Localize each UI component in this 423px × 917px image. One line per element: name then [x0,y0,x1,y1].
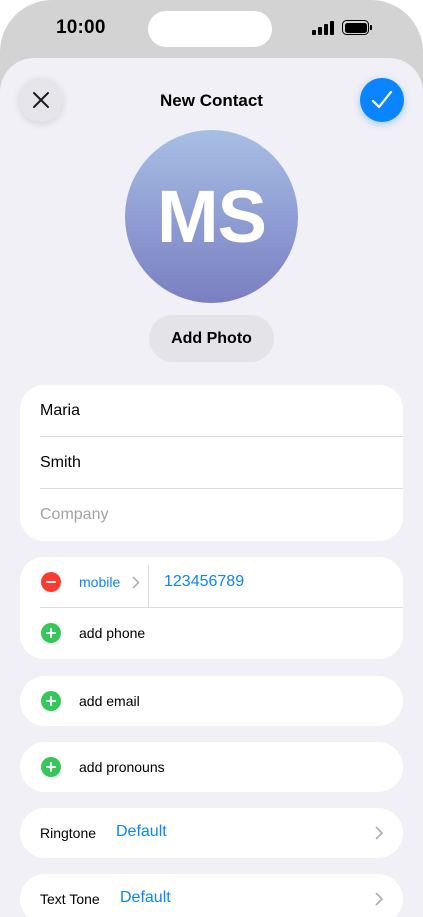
remove-phone-icon[interactable] [41,572,61,592]
text-tone-value: Default [120,889,171,906]
status-time: 10:00 [56,17,106,38]
ringtone-label: Ringtone [40,825,97,841]
add-phone-label: add phone [79,625,146,641]
text-tone-label: Text Tone [40,891,100,907]
add-icon [41,623,61,643]
ringtone-row[interactable]: Ringtone Default [20,808,403,858]
phone-label-selector[interactable]: mobile [79,574,120,590]
add-email-label: add email [79,693,140,709]
add-photo-button[interactable]: Add Photo [149,315,274,362]
phone-card: mobile 123456789 add phone [20,557,403,659]
cellular-signal-icon [312,21,336,35]
chevron-right-icon [132,576,140,589]
dynamic-island [148,11,272,47]
checkmark-icon [371,90,393,109]
chevron-right-icon [375,826,383,840]
add-pronouns-label: add pronouns [79,759,165,775]
divider [148,565,149,608]
done-button[interactable] [360,78,404,122]
phone-number-field[interactable]: 123456789 [164,573,244,591]
name-fields-card: Maria Smith Company [20,385,403,541]
last-name-field[interactable]: Smith [20,437,403,489]
phone-row: mobile 123456789 [20,557,403,608]
new-contact-sheet: New Contact MS Add Photo Maria Smith Com… [0,58,423,917]
battery-icon [342,20,372,35]
add-phone-button[interactable]: add phone [20,608,403,658]
ringtone-value: Default [116,823,167,840]
contact-avatar[interactable]: MS [125,130,298,303]
add-pronouns-button[interactable]: add pronouns [20,742,403,792]
phone-frame: 10:00 New Contact MS Add Photo Maria Smi… [0,0,423,917]
company-field[interactable]: Company [20,489,403,541]
status-bar: 10:00 [0,0,423,58]
add-icon [41,691,61,711]
add-icon [41,757,61,777]
first-name-field[interactable]: Maria [20,385,403,437]
add-email-button[interactable]: add email [20,676,403,726]
text-tone-row[interactable]: Text Tone Default [20,874,403,917]
chevron-right-icon [375,892,383,906]
